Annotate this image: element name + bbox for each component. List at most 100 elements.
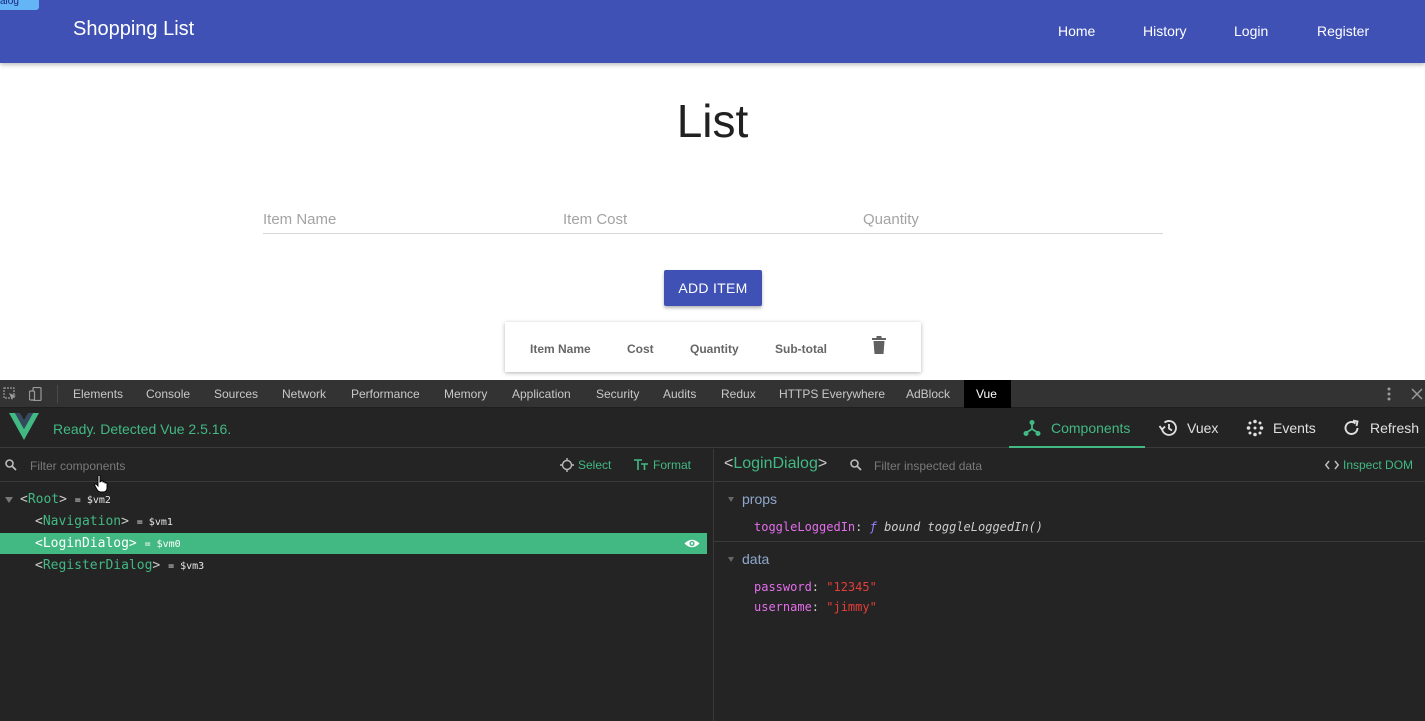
component-tooltip-text: alog [0,0,19,7]
inspected-component-title: <LoginDialog> [724,455,827,473]
tab-console[interactable]: Console [139,380,197,408]
search-icon [850,459,862,471]
tab-vuex-label: Vuex [1187,420,1219,436]
refresh-icon [1344,419,1359,435]
prop-colon: : [855,520,870,534]
eye-icon[interactable] [684,538,700,549]
component-name: RegisterDialog [42,558,153,573]
nav-login-link[interactable]: Login [1234,23,1268,39]
nav-history-link[interactable]: History [1143,23,1187,39]
nav-home-link[interactable]: Home [1058,23,1095,39]
component-name: LoginDialog [42,536,129,551]
tab-components-label: Components [1051,420,1131,436]
data-row-password: password: "12345" [754,580,877,594]
vm-ref: = $vm3 [168,561,205,572]
tab-vue[interactable]: Vue [964,380,1011,408]
tab-memory[interactable]: Memory [437,380,494,408]
tag-close: > [59,492,67,507]
inspect-element-icon[interactable] [3,387,17,401]
quantity-field-wrapper [863,205,1163,234]
tab-adblock[interactable]: AdBlock [899,380,957,408]
column-header-item-name[interactable]: Item Name [530,342,591,356]
tree-expand-arrow-icon[interactable] [5,497,13,503]
code-icon [1324,460,1340,470]
refresh-button[interactable]: Refresh [1340,408,1425,448]
text-format-icon [634,459,648,470]
item-name-field-wrapper [263,205,563,234]
item-name-input[interactable] [263,205,563,233]
tab-application[interactable]: Application [505,380,578,408]
inspect-dom-button[interactable]: Inspect DOM [1324,458,1413,472]
format-label: Format [653,458,692,472]
quantity-input[interactable] [863,205,1163,233]
column-header-cost[interactable]: Cost [627,342,654,356]
tree-item-registerdialog[interactable]: <RegisterDialog> = $vm3 [0,555,707,576]
tab-vuex[interactable]: Vuex [1155,408,1235,448]
tree-item-navigation[interactable]: <Navigation> = $vm1 [0,511,707,532]
data-key: password [754,580,812,594]
components-icon [1023,420,1041,436]
tab-network[interactable]: Network [275,380,333,408]
devtools-tabbar: Elements Console Sources Network Perform… [0,380,1425,408]
events-icon [1246,419,1264,437]
nav-register-link[interactable]: Register [1317,23,1369,39]
data-row-username: username: "jimmy" [754,600,877,614]
inspector-header: <LoginDialog> Inspect DOM [714,449,1425,482]
data-value: "12345" [826,580,877,594]
tag-close: > [817,455,828,472]
inspector-pane: <LoginDialog> Inspect DOM props toggleLo… [713,449,1425,721]
devtools-panel: Elements Console Sources Network Perform… [0,380,1425,721]
item-cost-field-wrapper [563,205,863,234]
tree-item-logindialog[interactable]: <LoginDialog> = $vm0 [0,533,707,554]
filter-components-input[interactable] [30,457,530,475]
collapse-arrow-icon[interactable] [728,497,734,502]
tab-redux[interactable]: Redux [714,380,763,408]
device-toolbar-icon[interactable] [29,387,43,401]
tab-performance[interactable]: Performance [344,380,427,408]
target-icon [560,458,574,472]
component-name: Root [27,492,60,507]
more-options-icon[interactable] [1383,384,1395,404]
filter-inspected-data-input[interactable] [874,457,1174,475]
select-label: Select [578,458,612,472]
item-cost-input[interactable] [563,205,863,233]
brand-title: Shopping List [73,18,195,40]
prop-value: ƒ bound toggleLoggedIn() [870,520,1043,534]
collapse-arrow-icon[interactable] [728,557,734,562]
select-component-button[interactable]: Select [560,458,611,472]
hand-cursor-icon [94,475,108,493]
function-marker: ƒ [869,520,877,534]
tag-open: < [724,455,734,472]
tab-components[interactable]: Components [1009,408,1145,448]
tab-elements[interactable]: Elements [66,380,130,408]
column-header-quantity[interactable]: Quantity [690,342,739,356]
search-icon [5,459,17,471]
vue-devtools-header: Ready. Detected Vue 2.5.16. Components V… [0,408,1425,448]
data-section-label[interactable]: data [742,551,769,567]
add-item-button[interactable]: ADD ITEM [664,270,762,306]
prop-row: toggleLoggedIn: ƒ bound toggleLoggedIn() [754,520,1043,534]
tag-open: < [20,492,28,507]
tab-sources[interactable]: Sources [207,380,265,408]
inspected-component-name: LoginDialog [733,455,818,472]
tab-security[interactable]: Security [589,380,646,408]
tab-audits[interactable]: Audits [656,380,703,408]
data-colon: : [811,580,827,594]
prop-function-text: bound toggleLoggedIn() [884,520,1044,534]
refresh-label: Refresh [1370,420,1420,436]
toolbar-separator [57,385,58,403]
section-divider [714,541,1425,542]
vm-ref: = $vm1 [136,517,173,528]
props-section-label[interactable]: props [742,491,777,507]
trash-icon[interactable] [871,336,887,354]
tab-https-everywhere[interactable]: HTTPS Everywhere [772,380,892,408]
tab-events[interactable]: Events [1245,408,1330,448]
format-toggle-button[interactable]: Format [634,458,691,472]
column-header-subtotal[interactable]: Sub-total [775,342,827,356]
tab-events-label: Events [1273,420,1316,436]
close-icon[interactable] [1409,386,1425,402]
prop-key: toggleLoggedIn [754,520,856,534]
tag-open: < [35,558,43,573]
items-table: Item Name Cost Quantity Sub-total [505,322,921,372]
app-toolbar: alog Shopping List Home History Login Re… [0,0,1425,63]
